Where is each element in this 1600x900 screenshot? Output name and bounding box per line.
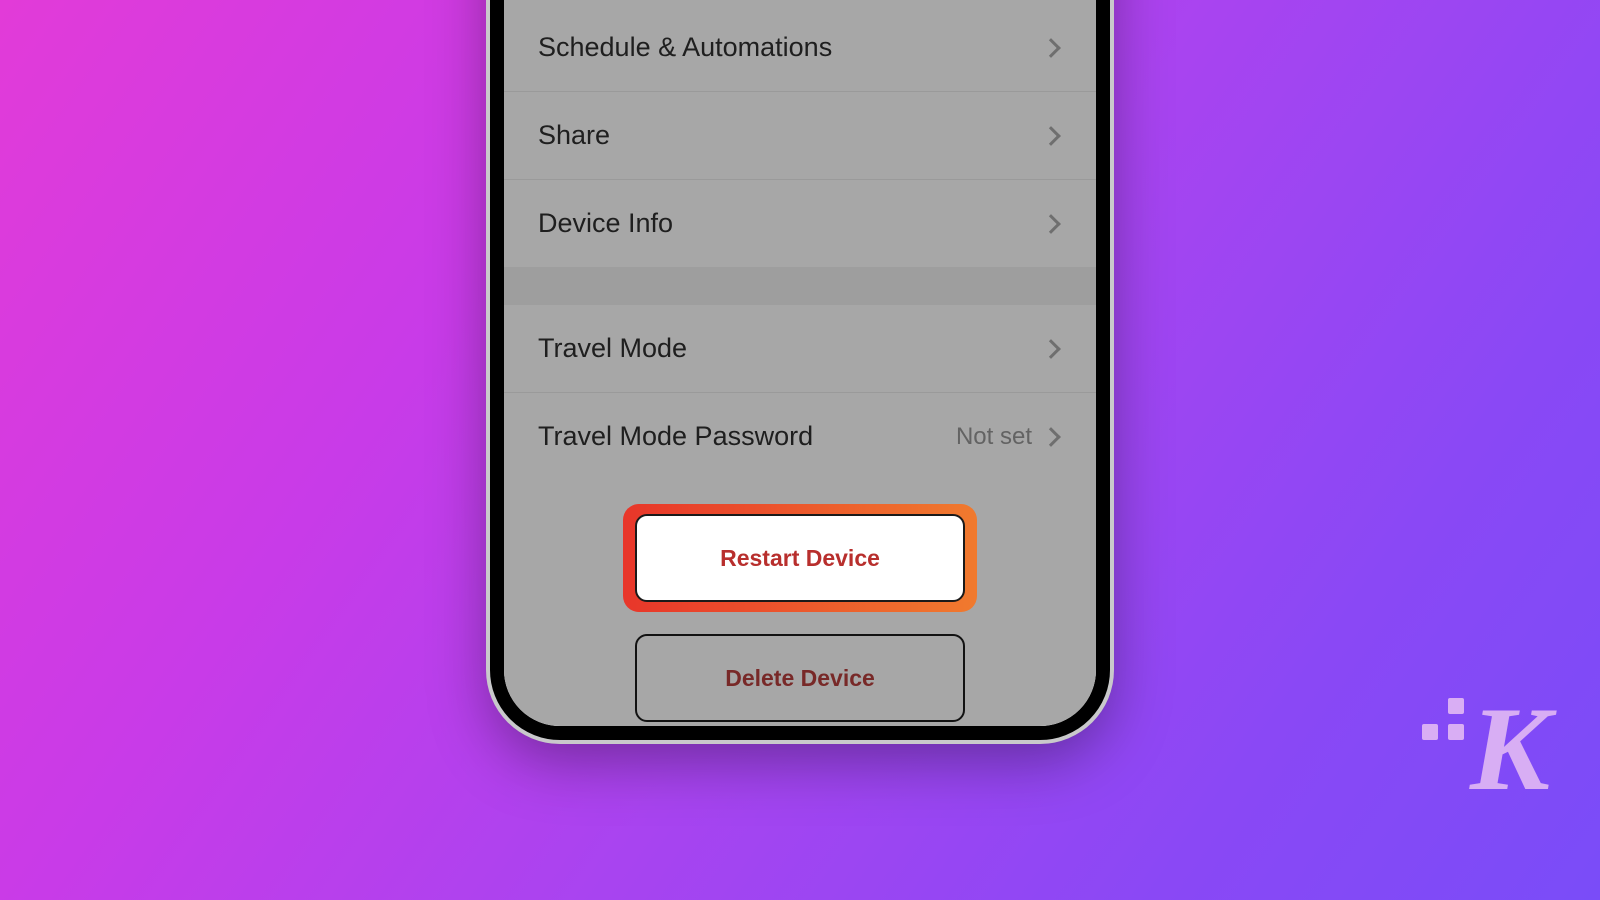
button-label: Restart Device [720,545,880,572]
button-label: Delete Device [725,665,875,692]
row-share[interactable]: Share [504,92,1096,180]
highlight-annotation: Restart Device [623,504,977,612]
watermark-dots-icon [1422,698,1464,740]
chevron-right-icon [1041,427,1061,447]
restart-device-button[interactable]: Restart Device [635,514,965,602]
row-label: Share [538,120,610,151]
watermark-logo: K [1422,680,1544,818]
row-label: Device Info [538,208,673,239]
settings-list: Schedule & Automations Share Device Info… [504,0,1096,722]
row-label: Travel Mode [538,333,687,364]
section-divider [504,267,1096,305]
row-schedule-automations[interactable]: Schedule & Automations [504,4,1096,92]
row-label: Schedule & Automations [538,32,832,63]
chevron-right-icon [1041,38,1061,58]
app-screen: Schedule & Automations Share Device Info… [504,0,1096,726]
row-right: Not set [956,423,1058,451]
row-device-info[interactable]: Device Info [504,180,1096,267]
row-label: Travel Mode Password [538,421,813,452]
delete-device-button[interactable]: Delete Device [635,634,965,722]
chevron-right-icon [1041,214,1061,234]
chevron-right-icon [1041,339,1061,359]
phone-frame: Schedule & Automations Share Device Info… [490,0,1110,740]
row-travel-mode-password[interactable]: Travel Mode Password Not set [504,393,1096,480]
action-buttons: Restart Device Delete Device [504,480,1096,722]
chevron-right-icon [1041,126,1061,146]
row-value: Not set [956,423,1032,451]
row-travel-mode[interactable]: Travel Mode [504,305,1096,393]
watermark-letter: K [1470,680,1544,818]
